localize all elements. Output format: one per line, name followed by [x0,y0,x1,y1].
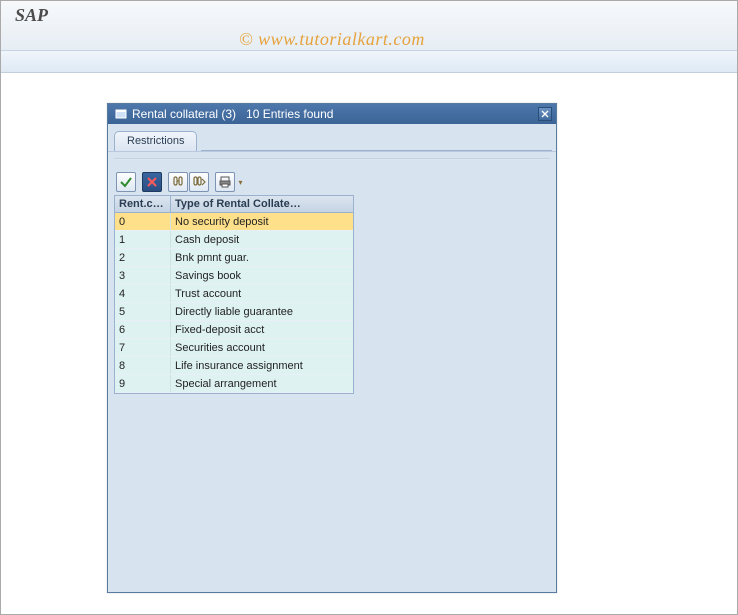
dialog-body: ▾ Rent.c… Type of Rental Collate… 0No se… [108,152,556,592]
cell-type: No security deposit [171,213,353,230]
tab-restrictions[interactable]: Restrictions [114,131,197,151]
dialog-subtitle: 10 Entries found [246,104,538,124]
watermark: © www.tutorialkart.com [239,29,425,50]
column-header-code[interactable]: Rent.c… [115,196,171,212]
table-row[interactable]: 9Special arrangement [115,375,353,393]
result-grid: Rent.c… Type of Rental Collate… 0No secu… [114,195,354,394]
dialog-titlebar: Rental collateral (3) 10 Entries found [108,104,556,124]
column-header-type[interactable]: Type of Rental Collate… [171,196,353,212]
dialog-icon [114,107,128,121]
cell-code: 2 [115,249,171,266]
cancel-button[interactable] [142,172,162,192]
tab-strip: Restrictions [108,124,556,152]
cell-type: Savings book [171,267,353,284]
cell-code: 0 [115,213,171,230]
print-button[interactable] [215,172,235,192]
search-help-dialog: Rental collateral (3) 10 Entries found R… [107,103,557,593]
find-button[interactable] [168,172,188,192]
grid-header: Rent.c… Type of Rental Collate… [115,196,353,213]
cell-type: Securities account [171,339,353,356]
cell-type: Special arrangement [171,375,353,392]
cell-code: 8 [115,357,171,374]
table-row[interactable]: 0No security deposit [115,213,353,231]
cell-code: 1 [115,231,171,248]
cell-code: 5 [115,303,171,320]
cell-code: 4 [115,285,171,302]
grid-body: 0No security deposit1Cash deposit2Bnk pm… [115,213,353,393]
cell-type: Directly liable guarantee [171,303,353,320]
cell-type: Cash deposit [171,231,353,248]
table-row[interactable]: 3Savings book [115,267,353,285]
result-toolbar: ▾ [114,170,550,194]
cell-code: 9 [115,375,171,392]
cell-code: 6 [115,321,171,338]
close-button[interactable] [538,107,552,121]
cell-type: Fixed-deposit acct [171,321,353,338]
print-dropdown-icon[interactable]: ▾ [236,172,245,192]
cell-type: Trust account [171,285,353,302]
accept-button[interactable] [116,172,136,192]
app-header: SAP © www.tutorialkart.com [1,1,737,51]
find-next-button[interactable] [189,172,209,192]
separator [114,158,550,160]
table-row[interactable]: 4Trust account [115,285,353,303]
table-row[interactable]: 7Securities account [115,339,353,357]
table-row[interactable]: 8Life insurance assignment [115,357,353,375]
app-title: SAP [1,1,737,26]
tab-filler [201,150,552,151]
dialog-title: Rental collateral (3) [132,104,236,124]
cell-code: 3 [115,267,171,284]
cell-type: Life insurance assignment [171,357,353,374]
cell-code: 7 [115,339,171,356]
app-toolbar-strip [1,51,737,73]
cell-type: Bnk pmnt guar. [171,249,353,266]
table-row[interactable]: 6Fixed-deposit acct [115,321,353,339]
table-row[interactable]: 5Directly liable guarantee [115,303,353,321]
table-row[interactable]: 2Bnk pmnt guar. [115,249,353,267]
table-row[interactable]: 1Cash deposit [115,231,353,249]
